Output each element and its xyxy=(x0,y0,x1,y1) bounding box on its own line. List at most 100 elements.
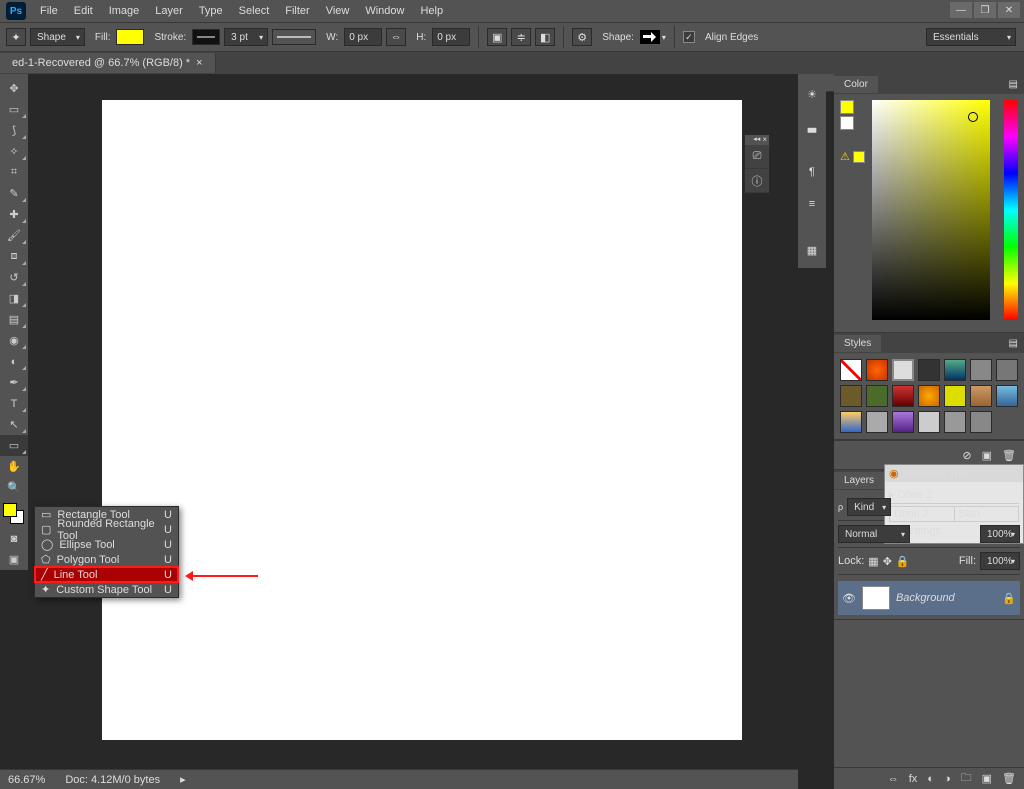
bg-swatch[interactable] xyxy=(840,116,854,130)
hue-slider[interactable] xyxy=(1004,100,1018,320)
adjustments-icon[interactable]: ☀ xyxy=(798,80,826,108)
document-info[interactable]: Doc: 4.12M/0 bytes xyxy=(65,774,160,786)
paragraph-icon[interactable]: ≡ xyxy=(798,190,826,218)
canvas-viewport[interactable] xyxy=(28,74,798,789)
lock-position-icon[interactable]: ✥ xyxy=(883,555,892,568)
layer-mask-icon[interactable]: ◐ xyxy=(927,773,934,785)
collapse-icon[interactable]: ◂◂ xyxy=(753,135,760,145)
style-swatch[interactable] xyxy=(866,385,888,407)
stroke-style-select[interactable] xyxy=(272,29,316,45)
panel-menu-icon[interactable]: ▤ xyxy=(1003,79,1024,90)
style-swatch[interactable] xyxy=(944,359,966,381)
group-icon[interactable]: 🗀 xyxy=(961,769,972,788)
crop-tool[interactable]: ⌗ xyxy=(0,162,28,183)
quick-select-tool[interactable]: ✧ xyxy=(0,141,28,162)
path-combine-icon[interactable]: ▣ xyxy=(487,28,507,46)
eyedropper-tool[interactable]: ✎ xyxy=(0,183,28,204)
move-tool[interactable]: ✥ xyxy=(0,78,28,99)
style-swatch[interactable] xyxy=(892,359,914,381)
trash-icon[interactable]: 🗑 xyxy=(1002,449,1016,462)
menu-edit[interactable]: Edit xyxy=(66,2,101,20)
stamp-tool[interactable]: ⧈ xyxy=(0,246,28,267)
menu-file[interactable]: File xyxy=(32,2,66,20)
layer-fx-icon[interactable]: fx xyxy=(909,773,918,785)
panel-icon-2[interactable]: ⓘ xyxy=(745,169,769,193)
healing-tool[interactable]: ✚ xyxy=(0,204,28,225)
menu-filter[interactable]: Filter xyxy=(277,2,317,20)
window-close[interactable]: ✕ xyxy=(998,2,1020,18)
zoom-level[interactable]: 66.67% xyxy=(8,774,45,786)
type-tool[interactable]: T xyxy=(0,393,28,414)
visibility-icon[interactable]: 👁 xyxy=(842,592,856,605)
close-icon[interactable]: × xyxy=(762,135,767,145)
color-swatches[interactable] xyxy=(0,500,28,528)
swatches-icon[interactable]: ▦ xyxy=(798,236,826,264)
quick-mask-toggle[interactable]: ◙ xyxy=(0,528,28,549)
flyout-line-tool[interactable]: ╱ Line Tool U xyxy=(35,567,178,582)
path-arrange-icon[interactable]: ◧ xyxy=(535,28,555,46)
stroke-width-select[interactable]: 3 pt xyxy=(224,28,268,46)
layer-row-background[interactable]: 👁 Background 🔒 xyxy=(838,581,1020,615)
gradient-tool[interactable]: ▤ xyxy=(0,309,28,330)
lock-all-icon[interactable]: 🔒 xyxy=(896,555,910,568)
blur-tool[interactable]: ◉ xyxy=(0,330,28,351)
path-align-icon[interactable]: ≑ xyxy=(511,28,531,46)
panel-action-icon[interactable]: ⊘ xyxy=(962,449,971,462)
menu-layer[interactable]: Layer xyxy=(147,2,191,20)
menu-help[interactable]: Help xyxy=(412,2,451,20)
style-swatch[interactable] xyxy=(918,385,940,407)
foreground-color[interactable] xyxy=(3,503,17,517)
menu-view[interactable]: View xyxy=(318,2,358,20)
style-swatch[interactable] xyxy=(866,411,888,433)
shape-tool[interactable]: ▭ xyxy=(0,435,28,456)
layer-name[interactable]: Background xyxy=(896,592,955,604)
flyout-polygon-tool[interactable]: ⬠ Polygon Tool U xyxy=(35,552,178,567)
link-wh-icon[interactable]: ⇔ xyxy=(386,28,406,46)
tool-preset-icon[interactable]: ✦ xyxy=(6,28,26,46)
width-input[interactable] xyxy=(344,28,382,46)
tool-mode-select[interactable]: Shape xyxy=(30,28,85,46)
histogram-icon[interactable]: ▃ xyxy=(798,112,826,140)
adjustment-layer-icon[interactable]: ◑ xyxy=(944,773,951,785)
lock-pixels-icon[interactable]: ▦ xyxy=(868,555,878,568)
gear-icon[interactable]: ⚙ xyxy=(572,28,592,46)
layer-thumbnail[interactable] xyxy=(862,586,890,610)
window-restore[interactable]: ❐ xyxy=(974,2,996,18)
delete-layer-icon[interactable]: 🗑 xyxy=(1002,772,1016,785)
seltool-opt-1[interactable]: Dfine 2 xyxy=(890,507,955,521)
style-swatch[interactable] xyxy=(840,385,862,407)
layers-tab[interactable]: Layers xyxy=(834,472,884,489)
gamut-swatch[interactable] xyxy=(853,151,865,163)
layer-filter-select[interactable]: Kind xyxy=(847,498,891,516)
style-swatch[interactable] xyxy=(840,411,862,433)
expand-icon[interactable]: ◉ xyxy=(889,467,899,480)
pen-tool[interactable]: ✒ xyxy=(0,372,28,393)
panel-menu-icon[interactable]: ▤ xyxy=(1003,338,1024,349)
style-swatch[interactable] xyxy=(892,385,914,407)
style-swatch[interactable] xyxy=(866,359,888,381)
canvas[interactable] xyxy=(102,100,742,740)
hand-tool[interactable]: ✋ xyxy=(0,456,28,477)
screen-mode-toggle[interactable]: ▣ xyxy=(0,549,28,570)
style-swatch[interactable] xyxy=(944,411,966,433)
close-tab-icon[interactable]: × xyxy=(196,57,202,69)
style-swatch[interactable] xyxy=(944,385,966,407)
link-layers-icon[interactable]: ⇔ xyxy=(888,773,899,785)
character-icon[interactable]: ¶ xyxy=(798,158,826,186)
fill-swatch[interactable] xyxy=(116,29,144,45)
style-swatch[interactable] xyxy=(996,385,1018,407)
fill-opacity-input[interactable]: 100% xyxy=(980,552,1020,570)
fg-swatch[interactable] xyxy=(840,100,854,114)
menu-image[interactable]: Image xyxy=(101,2,148,20)
opacity-input[interactable]: 100% xyxy=(980,525,1020,543)
workspace-select[interactable]: Essentials xyxy=(926,28,1016,46)
style-swatch[interactable] xyxy=(970,359,992,381)
panel-icon-1[interactable]: ⎚ xyxy=(745,145,769,169)
zoom-tool[interactable]: 🔍 xyxy=(0,477,28,498)
minimize-icon[interactable]: — xyxy=(998,468,1009,480)
new-layer-icon[interactable]: ▣ xyxy=(982,772,992,785)
menu-window[interactable]: Window xyxy=(357,2,412,20)
styles-tab[interactable]: Styles xyxy=(834,335,881,352)
dodge-tool[interactable]: ◐ xyxy=(0,351,28,372)
lasso-tool[interactable]: ⟆ xyxy=(0,120,28,141)
